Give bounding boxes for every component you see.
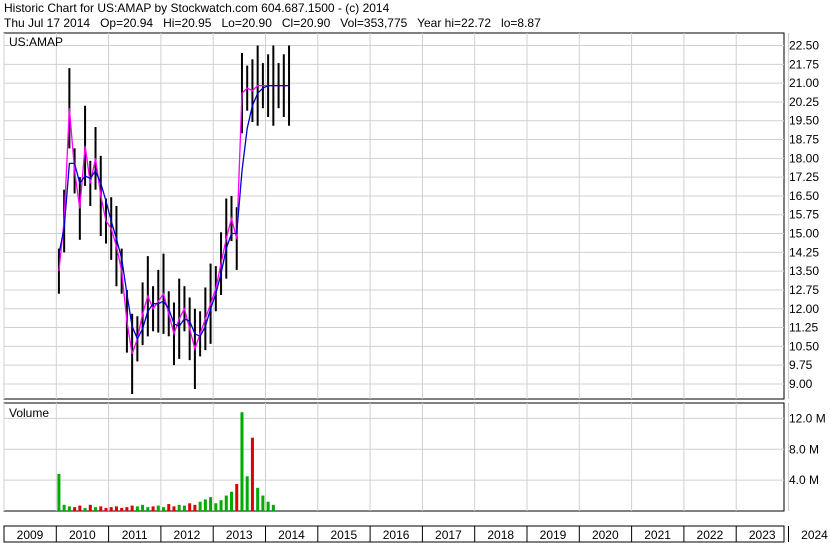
y-tick-label: 12.00 [789, 302, 819, 316]
x-tick-label: 2012 [174, 528, 201, 542]
volume-panel-title: Volume [9, 406, 49, 420]
y-tick-label: 13.50 [789, 264, 819, 278]
volume-bar [83, 507, 87, 511]
x-tick-label: 2024 [801, 528, 828, 542]
stock-chart: US:AMAP Volume 2009 2010 2011 2012 2013 2014 2… [3, 32, 828, 543]
volume-bar [203, 499, 207, 511]
y-tick-label: 12.75 [789, 283, 819, 297]
y-tick-label: 21.00 [789, 76, 819, 90]
volume-bar [177, 504, 181, 511]
x-tick-label: 2020 [592, 528, 619, 542]
volume-bar [151, 506, 155, 511]
y-tick-label: 9.75 [789, 358, 813, 372]
volume-bar [162, 507, 166, 511]
y-tick-label: 11.25 [789, 321, 818, 335]
y-tick-label: 9.00 [789, 377, 813, 391]
volume-bar [99, 506, 103, 511]
y-tick-label: 18.75 [789, 133, 819, 147]
volume-bar [245, 476, 249, 511]
y-tick-label: 20.25 [789, 95, 819, 109]
volume-bar [109, 507, 113, 511]
volume-bar [193, 504, 197, 511]
price-panel-title: US:AMAP [9, 35, 63, 49]
volume-bar [219, 500, 223, 511]
volume-bar [57, 473, 61, 511]
y-tick-label: 17.25 [789, 170, 819, 184]
y-tick-label: 10.50 [789, 339, 819, 353]
x-tick-label: 2015 [330, 528, 357, 542]
volume-bar [62, 504, 66, 511]
volume-bar [230, 491, 234, 511]
volume-tick-label: 4.0 M [789, 473, 819, 487]
volume-bar [141, 504, 145, 511]
volume-bar [130, 505, 134, 511]
volume-bar [67, 506, 71, 511]
x-tick-label: 2011 [122, 528, 148, 542]
y-tick-label: 15.75 [789, 208, 819, 222]
y-tick-label: 19.50 [789, 114, 819, 128]
volume-bar [114, 506, 118, 511]
volume-tick-label: 12.0 M [789, 411, 826, 425]
volume-bar [156, 505, 160, 511]
x-tick-label: 2022 [697, 528, 724, 542]
volume-bar [73, 507, 77, 511]
volume-bar [94, 507, 98, 511]
volume-bar [88, 504, 92, 511]
y-tick-label: 14.25 [789, 245, 819, 259]
x-tick-label: 2019 [540, 528, 567, 542]
x-tick-label: 2014 [278, 528, 305, 542]
x-tick-label: 2021 [644, 528, 671, 542]
y-tick-label: 16.50 [789, 189, 819, 203]
volume-tick-label: 8.0 M [789, 442, 819, 456]
volume-bar [104, 507, 108, 511]
volume-bar [135, 506, 139, 511]
y-tick-label: 21.75 [789, 57, 819, 71]
y-tick-label: 15.00 [789, 227, 819, 241]
volume-bar [256, 487, 260, 511]
volume-bar [188, 503, 192, 511]
y-tick-label: 22.50 [789, 39, 819, 53]
x-tick-label: 2009 [17, 528, 44, 542]
x-tick-label: 2017 [435, 528, 462, 542]
x-tick-label: 2023 [749, 528, 776, 542]
x-tick-label: 2013 [226, 528, 253, 542]
long-moving-average-line [58, 84, 289, 341]
price-panel-frame [3, 32, 785, 400]
x-tick-label: 2018 [487, 528, 514, 542]
volume-bar [167, 504, 171, 511]
volume-bar [250, 437, 254, 511]
volume-bar [78, 505, 82, 511]
x-tick-label: 2010 [69, 528, 96, 542]
y-tick-label: 18.00 [789, 151, 819, 165]
volume-bar [120, 507, 124, 511]
volume-bar [271, 504, 275, 511]
volume-bar [146, 507, 150, 511]
volume-bar [209, 497, 213, 511]
volume-panel-frame [3, 402, 785, 512]
volume-bar [235, 484, 239, 511]
x-tick-label: 2016 [383, 528, 410, 542]
volume-bar [198, 501, 202, 511]
volume-bar [125, 507, 129, 511]
volume-bar [266, 501, 270, 511]
volume-bar [214, 503, 218, 511]
volume-bar [240, 412, 244, 511]
volume-bar [182, 505, 186, 511]
volume-bar [172, 506, 176, 511]
volume-bar [261, 495, 265, 511]
volume-bar [224, 495, 228, 511]
